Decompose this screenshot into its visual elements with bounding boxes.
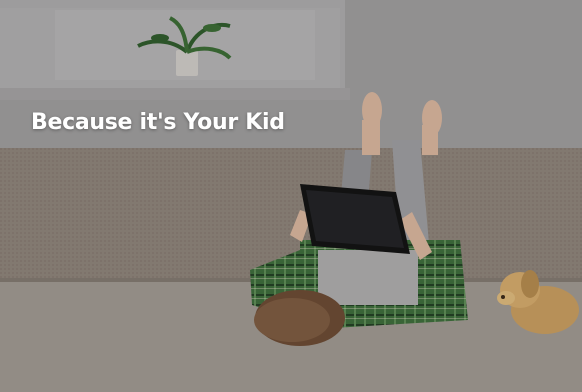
hero-headline: Because it's Your Kid: [31, 110, 285, 135]
hero-banner: Because it's Your Kid: [0, 0, 582, 392]
hero-photo: [0, 0, 582, 392]
